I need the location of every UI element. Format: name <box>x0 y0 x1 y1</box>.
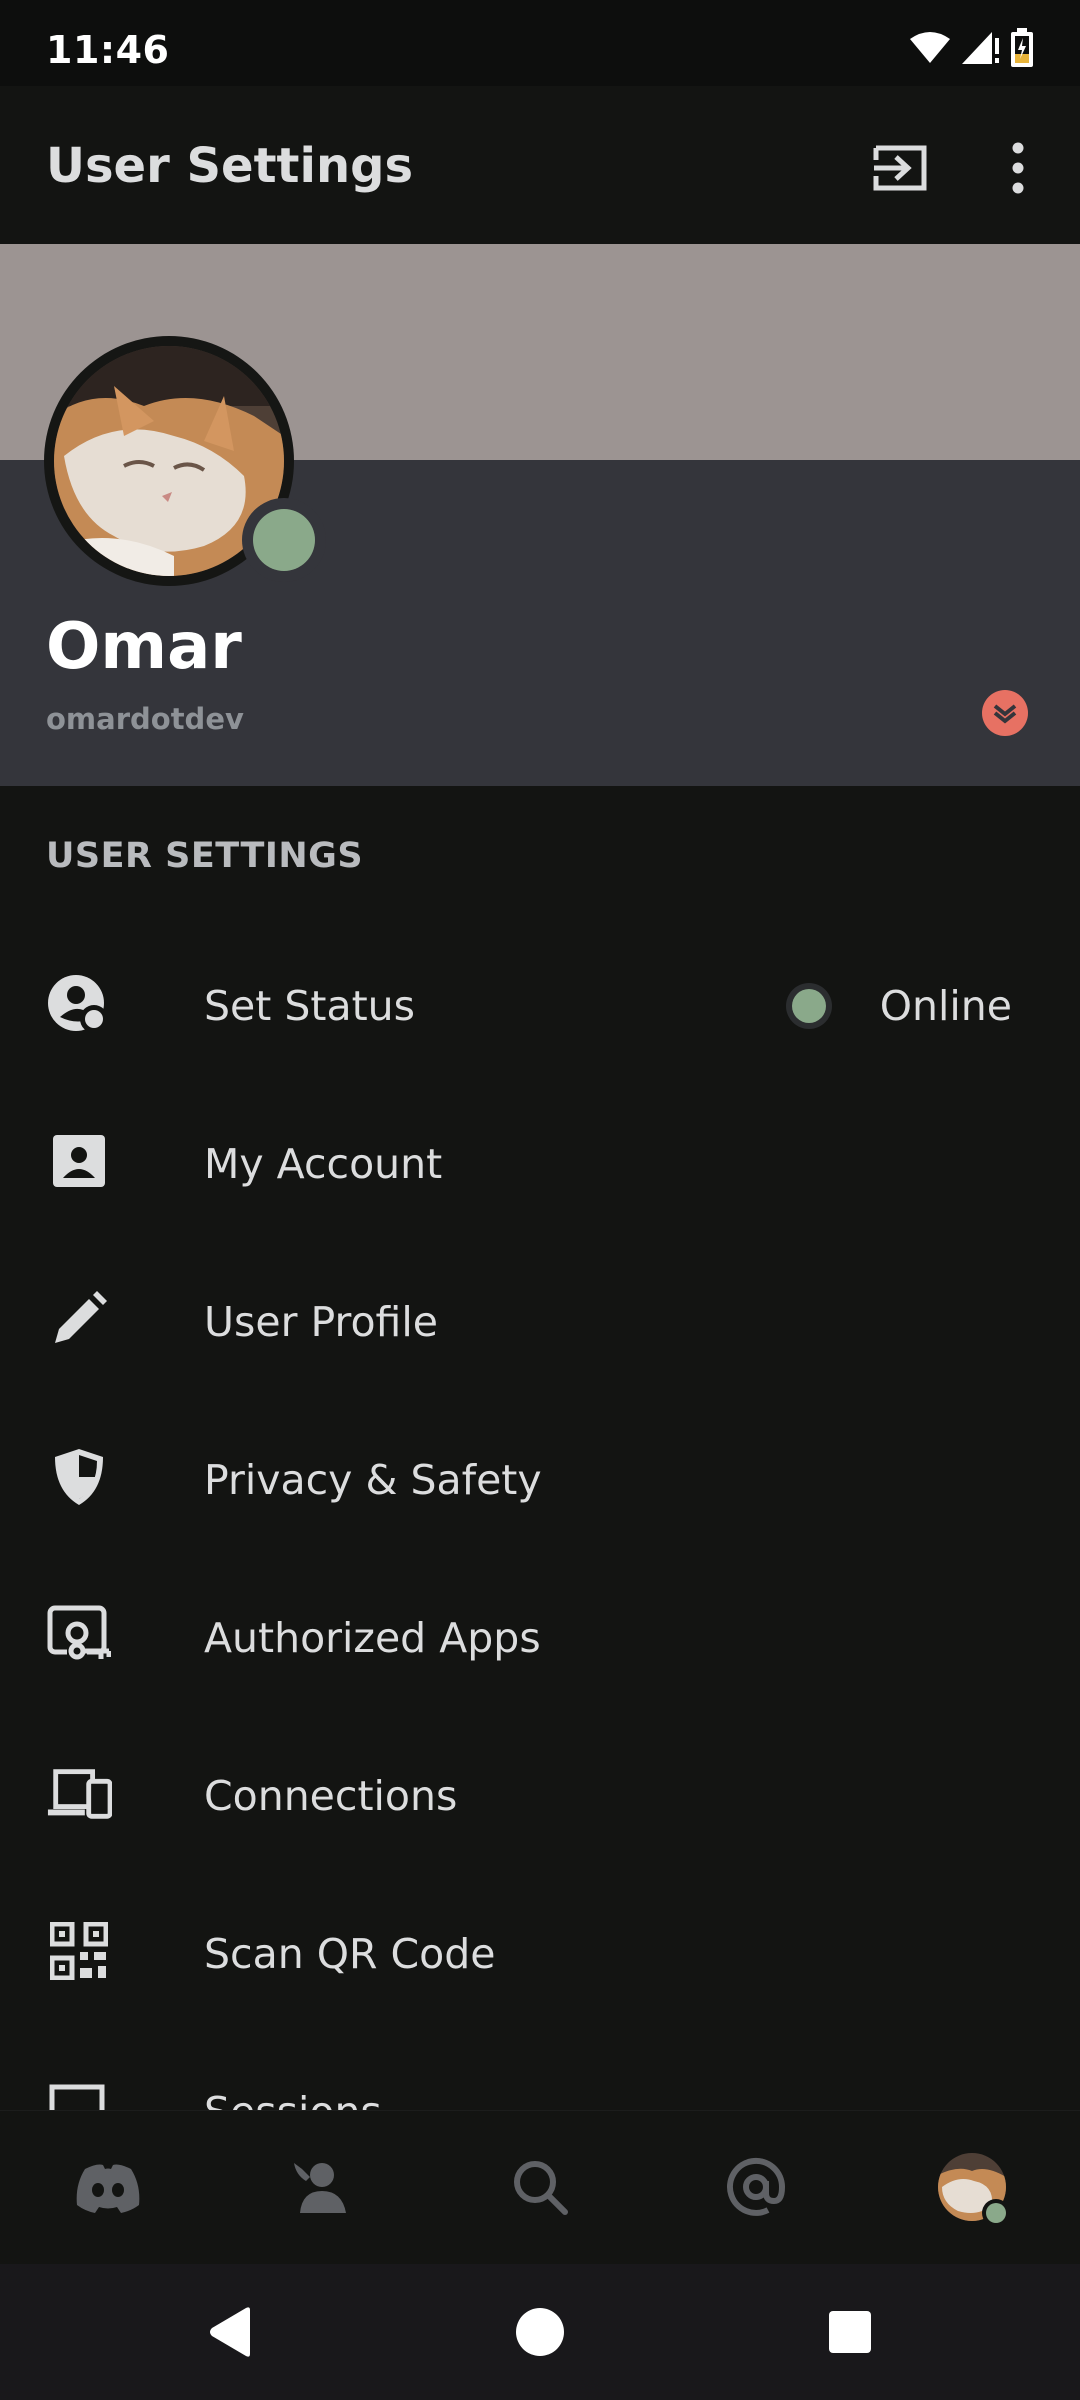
home-circle-icon <box>516 2308 564 2356</box>
settings-item-label: Set Status <box>204 982 416 1030</box>
settings-item-label: Authorized Apps <box>204 1614 541 1662</box>
nav-home-button[interactable] <box>68 2147 148 2227</box>
settings-item-sessions[interactable]: Sessions <box>0 2030 1080 2110</box>
settings-item-scan-qr-code[interactable]: Scan QR Code <box>0 1872 1080 2030</box>
signal-icon <box>962 32 999 64</box>
qr-code-icon <box>46 1918 112 1984</box>
wifi-icon <box>910 32 950 63</box>
back-triangle-icon <box>210 2307 250 2357</box>
nav-search-button[interactable] <box>500 2147 580 2227</box>
settings-item-connections[interactable]: Connections <box>0 1714 1080 1872</box>
home-button[interactable] <box>508 2300 572 2364</box>
username: omardotdev <box>46 702 244 736</box>
settings-item-label: User Profile <box>204 1298 438 1346</box>
logout-button[interactable] <box>868 136 932 200</box>
friends-icon <box>294 2163 346 2213</box>
authorized-apps-icon <box>46 1602 112 1668</box>
system-icons <box>910 28 1034 68</box>
settings-item-label: My Account <box>204 1140 443 1188</box>
shield-icon <box>46 1444 112 1510</box>
status-bar: 11:46 <box>0 0 1080 86</box>
mentions-icon <box>727 2157 786 2216</box>
settings-item-set-status[interactable]: Set Status Online <box>0 924 1080 1082</box>
sessions-icon <box>46 2076 112 2110</box>
more-vertical-icon <box>1012 142 1024 194</box>
nav-mentions-button[interactable] <box>716 2147 796 2227</box>
settings-item-label: Connections <box>204 1772 458 1820</box>
pencil-icon <box>46 1286 112 1352</box>
settings-item-my-account[interactable]: My Account <box>0 1082 1080 1240</box>
back-button[interactable] <box>198 2300 262 2364</box>
settings-item-label: Sessions <box>204 2088 382 2110</box>
nav-friends-button[interactable] <box>284 2147 364 2227</box>
display-name: Omar <box>46 610 242 684</box>
settings-item-user-profile[interactable]: User Profile <box>0 1240 1080 1398</box>
nav-online-status <box>982 2199 1010 2227</box>
recents-button[interactable] <box>818 2300 882 2364</box>
settings-item-privacy-safety[interactable]: Privacy & Safety <box>0 1398 1080 1556</box>
recents-square-icon <box>829 2311 871 2353</box>
devices-icon <box>46 1760 112 1826</box>
more-options-button[interactable] <box>990 136 1046 200</box>
account-card-icon <box>46 1128 112 1194</box>
settings-list: Set Status Online My Account User Profil… <box>0 924 1080 2110</box>
current-status: Online <box>785 982 1012 1030</box>
bottom-navigation <box>0 2110 1080 2264</box>
logout-icon <box>873 145 927 191</box>
app-bar: User Settings <box>0 86 1080 244</box>
search-icon <box>514 2161 568 2215</box>
status-value-text: Online <box>879 982 1012 1030</box>
system-navigation-bar <box>0 2264 1080 2400</box>
profile-avatar[interactable] <box>44 336 326 586</box>
settings-item-label: Privacy & Safety <box>204 1456 542 1504</box>
page-title: User Settings <box>46 138 414 194</box>
nav-profile-button[interactable] <box>932 2147 1012 2227</box>
status-time: 11:46 <box>46 28 170 72</box>
discord-home-icon <box>76 2164 140 2213</box>
nitro-badge-icon[interactable] <box>982 690 1028 736</box>
section-header: USER SETTINGS <box>46 836 364 876</box>
set-status-icon <box>46 970 112 1036</box>
settings-item-authorized-apps[interactable]: Authorized Apps <box>0 1556 1080 1714</box>
settings-item-label: Scan QR Code <box>204 1930 496 1978</box>
battery-icon <box>1011 28 1033 67</box>
online-status-dot <box>785 983 832 1029</box>
online-status-indicator <box>242 498 326 582</box>
